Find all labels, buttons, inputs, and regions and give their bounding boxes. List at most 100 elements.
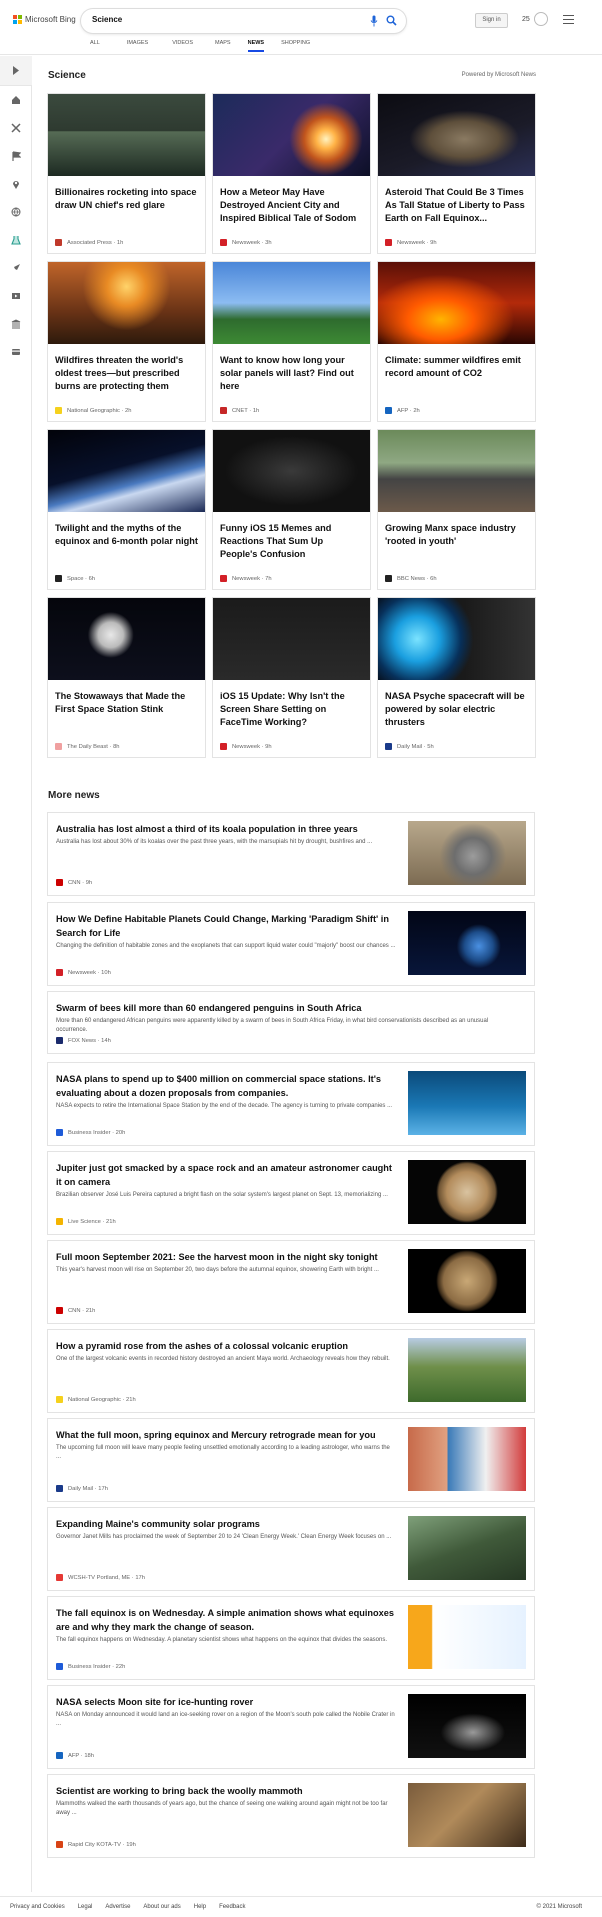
news-list-item[interactable]: The fall equinox is on Wednesday. A simp… xyxy=(48,1597,534,1679)
news-title[interactable]: What the full moon, spring equinox and M… xyxy=(56,1428,396,1442)
news-title[interactable]: Jupiter just got smacked by a space rock… xyxy=(56,1161,396,1189)
news-card-asteroid[interactable]: Asteroid That Could Be 3 Times As Tall S… xyxy=(378,94,535,253)
news-thumbnail[interactable] xyxy=(408,1783,526,1847)
news-list-item[interactable]: How a pyramid rose from the ashes of a c… xyxy=(48,1330,534,1412)
news-list-item[interactable]: How We Define Habitable Planets Could Ch… xyxy=(48,903,534,985)
news-thumbnail[interactable] xyxy=(408,1249,526,1313)
news-list-item[interactable]: Jupiter just got smacked by a space rock… xyxy=(48,1152,534,1234)
tab-news[interactable]: NEWS xyxy=(247,40,264,52)
news-card-un-chief[interactable]: Billionaires rocketing into space draw U… xyxy=(48,94,205,253)
search-icon[interactable] xyxy=(386,15,397,26)
news-card-stowaways[interactable]: The Stowaways that Made the First Space … xyxy=(48,598,205,757)
news-title[interactable]: Expanding Maine's community solar progra… xyxy=(56,1517,396,1531)
card-title[interactable]: How a Meteor May Have Destroyed Ancient … xyxy=(220,186,363,225)
globe-icon[interactable] xyxy=(11,207,21,217)
microphone-icon[interactable] xyxy=(370,15,378,27)
card-image[interactable] xyxy=(378,598,535,680)
news-title[interactable]: How a pyramid rose from the ashes of a c… xyxy=(56,1339,396,1353)
news-title[interactable]: Full moon September 2021: See the harves… xyxy=(56,1250,396,1264)
news-list-item[interactable]: Australia has lost almost a third of its… xyxy=(48,813,534,895)
card-image[interactable] xyxy=(378,94,535,176)
card-title[interactable]: The Stowaways that Made the First Space … xyxy=(55,690,198,716)
news-list-item[interactable]: NASA selects Moon site for ice-hunting r… xyxy=(48,1686,534,1768)
tools-icon[interactable] xyxy=(11,123,21,133)
news-thumbnail[interactable] xyxy=(408,821,526,885)
news-card-wildfires-co2[interactable]: Climate: summer wildfires emit record am… xyxy=(378,262,535,421)
card-title[interactable]: Twilight and the myths of the equinox an… xyxy=(55,522,198,548)
news-title[interactable]: NASA plans to spend up to $400 million o… xyxy=(56,1072,396,1100)
footer-link-about-ads[interactable]: About our ads xyxy=(143,1904,180,1910)
science-icon[interactable] xyxy=(11,235,21,245)
news-thumbnail[interactable] xyxy=(408,1605,526,1669)
bing-logo[interactable]: Microsoft Bing xyxy=(13,15,76,24)
card-image[interactable] xyxy=(48,598,205,680)
news-list-item[interactable]: Full moon September 2021: See the harves… xyxy=(48,1241,534,1323)
news-title[interactable]: NASA selects Moon site for ice-hunting r… xyxy=(56,1695,396,1709)
footer-link-feedback[interactable]: Feedback xyxy=(219,1904,245,1910)
tab-maps[interactable]: MAPS xyxy=(215,40,231,52)
news-thumbnail[interactable] xyxy=(408,1427,526,1491)
powered-by[interactable]: Powered by Microsoft News xyxy=(462,72,536,78)
news-title[interactable]: How We Define Habitable Planets Could Ch… xyxy=(56,912,396,940)
card-title[interactable]: NASA Psyche spacecraft will be powered b… xyxy=(385,690,528,729)
card-image[interactable] xyxy=(213,598,370,680)
bank-icon[interactable] xyxy=(11,319,21,329)
card-image[interactable] xyxy=(213,262,370,344)
flag-icon[interactable] xyxy=(11,151,21,161)
news-card-oldest-trees[interactable]: Wildfires threaten the world's oldest tr… xyxy=(48,262,205,421)
news-card-equinox-polar[interactable]: Twilight and the myths of the equinox an… xyxy=(48,430,205,589)
video-icon[interactable] xyxy=(11,291,21,301)
news-thumbnail[interactable] xyxy=(408,1516,526,1580)
footer-link-privacy[interactable]: Privacy and Cookies xyxy=(10,1904,65,1910)
card-title[interactable]: Want to know how long your solar panels … xyxy=(220,354,363,393)
news-card-meteor[interactable]: How a Meteor May Have Destroyed Ancient … xyxy=(213,94,370,253)
card-image[interactable] xyxy=(48,94,205,176)
news-list-item[interactable]: Expanding Maine's community solar progra… xyxy=(48,1508,534,1590)
home-icon[interactable] xyxy=(11,95,21,105)
card-icon[interactable] xyxy=(11,347,21,357)
card-image[interactable] xyxy=(213,430,370,512)
footer-link-advertise[interactable]: Advertise xyxy=(105,1904,130,1910)
card-title[interactable]: Growing Manx space industry 'rooted in y… xyxy=(385,522,528,548)
location-icon[interactable] xyxy=(11,179,21,189)
tab-images[interactable]: IMAGES xyxy=(127,40,148,52)
card-title[interactable]: Climate: summer wildfires emit record am… xyxy=(385,354,528,380)
rocket-icon[interactable] xyxy=(11,263,21,273)
news-title[interactable]: Australia has lost almost a third of its… xyxy=(56,822,396,836)
footer-link-help[interactable]: Help xyxy=(194,1904,206,1910)
news-thumbnail[interactable] xyxy=(408,1694,526,1758)
tab-all[interactable]: ALL xyxy=(90,40,100,52)
card-title[interactable]: iOS 15 Update: Why Isn't the Screen Shar… xyxy=(220,690,363,729)
news-card-ios15-memes[interactable]: Funny iOS 15 Memes and Reactions That Su… xyxy=(213,430,370,589)
hamburger-menu-icon[interactable] xyxy=(563,15,574,24)
news-card-facetime[interactable]: iOS 15 Update: Why Isn't the Screen Shar… xyxy=(213,598,370,757)
news-list-item[interactable]: Scientist are working to bring back the … xyxy=(48,1775,534,1857)
card-title[interactable]: Wildfires threaten the world's oldest tr… xyxy=(55,354,198,393)
news-title[interactable]: Swarm of bees kill more than 60 endanger… xyxy=(56,1001,516,1015)
tab-videos[interactable]: VIDEOS xyxy=(172,40,193,52)
search-input[interactable]: Science xyxy=(92,15,122,24)
tab-shopping[interactable]: SHOPPING xyxy=(281,40,310,52)
news-thumbnail[interactable] xyxy=(408,1338,526,1402)
news-list-item[interactable]: NASA plans to spend up to $400 million o… xyxy=(48,1063,534,1145)
card-image[interactable] xyxy=(48,430,205,512)
rewards-icon[interactable] xyxy=(534,12,548,26)
card-image[interactable] xyxy=(378,430,535,512)
news-title[interactable]: The fall equinox is on Wednesday. A simp… xyxy=(56,1606,396,1634)
news-title[interactable]: Scientist are working to bring back the … xyxy=(56,1784,396,1798)
news-list-item[interactable]: What the full moon, spring equinox and M… xyxy=(48,1419,534,1501)
card-image[interactable] xyxy=(378,262,535,344)
news-card-manx-space[interactable]: Growing Manx space industry 'rooted in y… xyxy=(378,430,535,589)
sign-in-button[interactable]: Sign in xyxy=(475,13,508,28)
news-thumbnail[interactable] xyxy=(408,1160,526,1224)
news-thumbnail[interactable] xyxy=(408,1071,526,1135)
news-card-nasa-psyche[interactable]: NASA Psyche spacecraft will be powered b… xyxy=(378,598,535,757)
news-list-item[interactable]: Swarm of bees kill more than 60 endanger… xyxy=(48,992,534,1053)
card-image[interactable] xyxy=(48,262,205,344)
card-title[interactable]: Asteroid That Could Be 3 Times As Tall S… xyxy=(385,186,528,225)
news-thumbnail[interactable] xyxy=(408,911,526,975)
card-title[interactable]: Billionaires rocketing into space draw U… xyxy=(55,186,198,212)
footer-link-legal[interactable]: Legal xyxy=(78,1904,93,1910)
news-card-solar-panels[interactable]: Want to know how long your solar panels … xyxy=(213,262,370,421)
card-image[interactable] xyxy=(213,94,370,176)
